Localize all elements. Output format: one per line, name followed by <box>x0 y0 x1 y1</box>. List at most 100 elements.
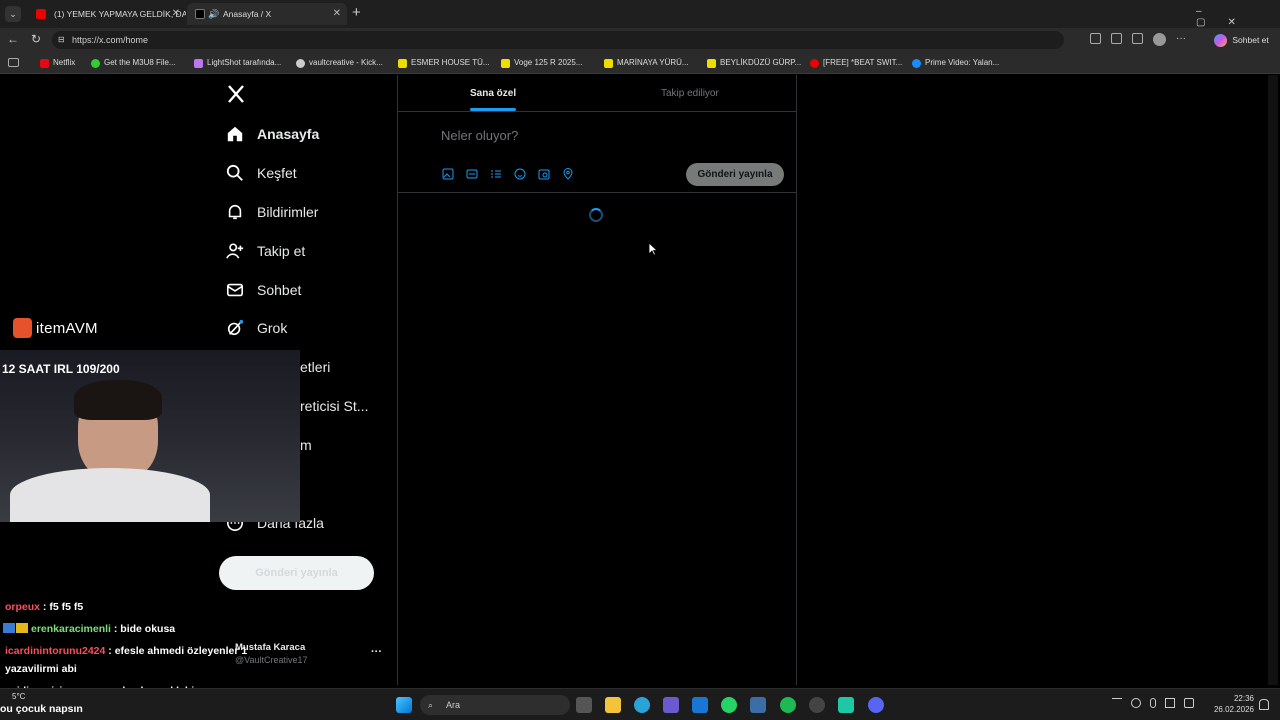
image-icon[interactable] <box>442 168 454 180</box>
taskbar-search[interactable]: ⌕ Ara <box>420 695 570 715</box>
edge-icon[interactable] <box>634 697 650 713</box>
badge-icon <box>16 623 28 633</box>
mic-icon <box>1150 698 1156 708</box>
toolbar-icons[interactable]: ··· <box>1090 33 1200 47</box>
bookmark-item[interactable]: MARİNAYA YÜRÜ... <box>604 56 689 70</box>
nav-grok[interactable]: Grok <box>226 315 287 341</box>
file-explorer-icon[interactable] <box>605 697 621 713</box>
youtube-icon <box>36 9 46 19</box>
back-icon[interactable]: ← <box>7 32 19 46</box>
chat-message: icardinintorunu2424 : efesle ahmedi özle… <box>5 645 248 657</box>
account-switcher[interactable]: Mustafa Karaca @VaultCreative17 ··· <box>235 642 385 672</box>
nav-home[interactable]: Anasayfa <box>226 121 319 147</box>
webcam-feed: 12 SAAT IRL 109/200 <box>0 350 300 522</box>
new-tab-button[interactable]: + <box>352 4 361 21</box>
app-icon[interactable] <box>838 697 854 713</box>
volume-icon <box>1184 698 1194 708</box>
poll-icon[interactable] <box>490 168 502 180</box>
bookmark-item[interactable]: vaultcreative - Kick... <box>296 56 383 70</box>
nav-label: reticisi St... <box>300 398 369 414</box>
clock[interactable]: 22:36 26.02.2026 <box>1210 693 1254 715</box>
location-icon[interactable] <box>562 168 574 180</box>
notifications-icon[interactable] <box>1259 699 1269 710</box>
outlook-icon[interactable] <box>692 697 708 713</box>
bookmarks-icon[interactable] <box>8 58 19 67</box>
clock-time: 22:36 <box>1233 694 1254 703</box>
nav-notifications[interactable]: Bildirimler <box>226 199 318 225</box>
browser-tab-bar: ⌄ (1) YEMEK YAPMAYA GELDİK, DAYA ✕ 🔊 Ana… <box>0 0 1280 28</box>
bag-icon <box>13 318 32 338</box>
loading-spinner-icon <box>589 208 603 222</box>
bookmark-item[interactable]: BEYLİKDÜZÜ GÜRP... <box>707 56 801 70</box>
tab-x-home[interactable]: 🔊 Anasayfa / X ✕ <box>187 3 347 25</box>
gif-icon[interactable] <box>466 168 478 180</box>
app-icon[interactable] <box>809 697 825 713</box>
bookmarks-bar: Netflix Get the M3U8 File... LightShot t… <box>0 52 1280 74</box>
nav-chat[interactable]: Sohbet <box>226 277 301 303</box>
account-more-icon[interactable]: ··· <box>371 646 382 658</box>
nav-label: Takip et <box>257 243 306 259</box>
profile-avatar[interactable] <box>1153 33 1166 46</box>
page-scrollbar[interactable] <box>1268 75 1278 685</box>
bookmark-item[interactable]: LightShot tarafında... <box>194 56 281 70</box>
compose-placeholder: Neler oluyor? <box>441 128 519 143</box>
extensions-icon[interactable] <box>1090 33 1101 44</box>
bookmark-item[interactable]: Netflix <box>40 56 75 70</box>
bookmark-item[interactable]: ESMER HOUSE TÜ... <box>398 56 490 70</box>
mail-icon <box>226 283 244 297</box>
tab-following[interactable]: Takip ediliyor <box>661 88 719 99</box>
x-logo-icon <box>195 9 205 19</box>
add-user-icon <box>226 243 244 259</box>
bookmark-item[interactable]: Get the M3U8 File... <box>91 56 176 70</box>
discord-icon[interactable] <box>868 697 884 713</box>
x-logo-icon[interactable] <box>226 84 246 104</box>
bookmark-item[interactable]: Voge 125 R 2025... <box>501 56 583 70</box>
windows-start-icon[interactable] <box>396 697 412 713</box>
whatsapp-icon[interactable] <box>721 697 737 713</box>
nav-creator-studio[interactable]: reticisi St... <box>300 393 368 419</box>
close-tab-icon[interactable]: ✕ <box>172 3 180 25</box>
copilot-label: Sohbet et <box>1232 35 1269 45</box>
window-controls[interactable]: –▢✕ <box>1196 6 1280 28</box>
search-icon <box>226 164 243 181</box>
store-icon[interactable] <box>663 697 679 713</box>
tab-label: Takip ediliyor <box>661 88 719 99</box>
spotify-icon[interactable] <box>780 697 796 713</box>
search-icon: ⌕ <box>428 700 434 710</box>
tab-title: Anasayfa / X <box>223 9 272 19</box>
emoji-icon[interactable] <box>514 168 526 180</box>
chat-message: ou çocuk napsın <box>0 703 83 715</box>
post-button-label: Gönderi yayınla <box>697 169 773 180</box>
speaker-icon: 🔊 <box>208 9 220 19</box>
compose-post-button[interactable]: Gönderi yayınla <box>686 163 784 186</box>
copilot-button[interactable]: Sohbet et <box>1214 32 1269 48</box>
tab-for-you[interactable]: Sana özel <box>470 88 516 99</box>
collections-icon[interactable] <box>1111 33 1122 44</box>
nav-label: Anasayfa <box>257 126 320 142</box>
stream-title: 12 SAAT IRL 109/200 <box>2 362 120 376</box>
nav-explore[interactable]: Keşfet <box>226 160 297 186</box>
nav-premium[interactable]: m <box>300 432 312 458</box>
bookmark-item[interactable]: [FREE] *BEAT SWIT... <box>810 56 902 70</box>
system-tray-icons[interactable] <box>1112 698 1202 712</box>
sidebar-post-button[interactable]: Gönderi yayınla <box>219 556 374 590</box>
compose-input[interactable]: Neler oluyor? <box>441 128 771 146</box>
game-app-icon[interactable] <box>750 697 766 713</box>
tab-list-icon[interactable]: ⌄ <box>5 6 21 22</box>
refresh-icon[interactable]: ↻ <box>31 32 41 46</box>
schedule-icon[interactable] <box>538 168 550 180</box>
tab-youtube[interactable]: (1) YEMEK YAPMAYA GELDİK, DAYA ✕ <box>28 3 186 25</box>
tray-icon <box>1131 698 1141 708</box>
nav-lists[interactable]: etleri <box>300 354 330 380</box>
close-tab-icon[interactable]: ✕ <box>333 3 341 25</box>
streamer-hair <box>74 380 162 420</box>
nav-follow[interactable]: Takip et <box>226 238 305 264</box>
task-view-icon[interactable] <box>576 697 592 713</box>
menu-icon[interactable]: ··· <box>1176 33 1186 47</box>
weather-widget[interactable]: 5°C <box>12 692 25 701</box>
bookmark-item[interactable]: Prime Video: Yalan... <box>912 56 999 70</box>
nav-label: m <box>300 437 312 453</box>
favorites-icon[interactable] <box>1132 33 1143 44</box>
compose-divider <box>397 192 796 193</box>
url-input[interactable]: ⊟ https://x.com/home <box>52 31 1064 49</box>
